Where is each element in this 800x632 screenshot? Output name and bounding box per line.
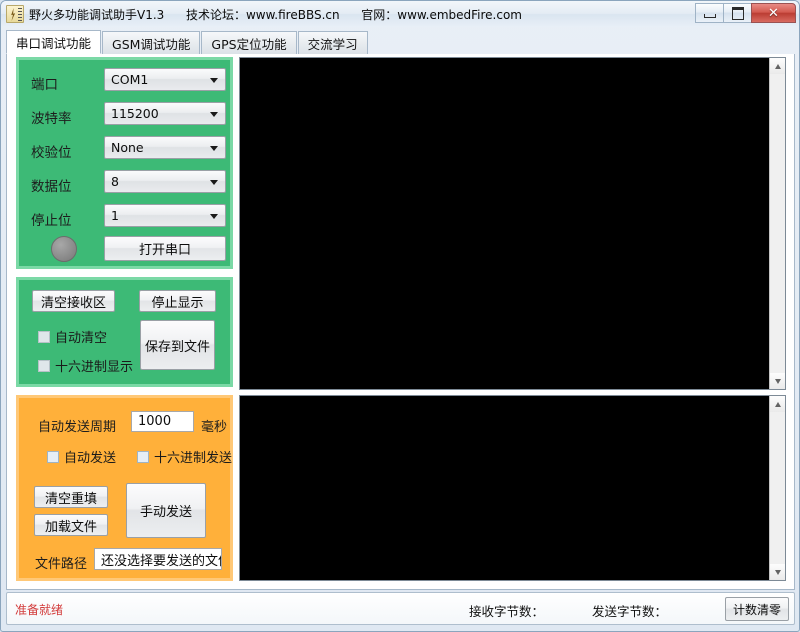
auto-send-period-label: 自动发送周期 — [38, 416, 116, 435]
hex-display-checkbox[interactable]: 十六进制显示 — [38, 356, 133, 375]
label-port: 端口 — [31, 73, 58, 93]
receive-scrollbar[interactable] — [769, 58, 785, 389]
window-title-site: 官网：www.embedFire.com — [361, 8, 522, 22]
rx-byte-count-label: 接收字节数： — [469, 601, 544, 620]
window-title: 野火多功能调试助手V1.3 技术论坛：www.fireBBS.cn 官网：www… — [29, 6, 522, 23]
checkbox-box — [47, 451, 59, 463]
chevron-down-icon — [210, 78, 218, 83]
minimize-button[interactable] — [695, 3, 724, 23]
app-window: 野火多功能调试助手V1.3 技术论坛：www.fireBBS.cn 官网：www… — [0, 0, 800, 632]
receive-controls-group: 清空接收区 停止显示 自动清空 十六进制显示 保存到文件 — [16, 277, 233, 387]
port-settings-group: 端口 波特率 校验位 数据位 停止位 COM1 115200 None 8 — [16, 57, 233, 269]
manual-send-button[interactable]: 手动发送 — [126, 483, 206, 538]
chevron-down-icon — [210, 180, 218, 185]
scroll-up-icon[interactable] — [770, 396, 785, 412]
select-databits-value: 8 — [111, 174, 119, 189]
maximize-button[interactable] — [723, 3, 752, 23]
scroll-down-icon[interactable] — [770, 373, 785, 389]
auto-send-label: 自动发送 — [64, 447, 116, 466]
select-port-value: COM1 — [111, 72, 148, 87]
select-parity-value: None — [111, 140, 144, 155]
receive-display-area[interactable] — [239, 57, 786, 390]
hex-send-checkbox[interactable]: 十六进制发送 — [137, 447, 232, 466]
chevron-down-icon — [210, 146, 218, 151]
select-port[interactable]: COM1 — [104, 68, 226, 91]
status-bar: 准备就绪 接收字节数： 发送字节数： 计数清零 — [6, 592, 795, 625]
file-path-label: 文件路径 — [35, 553, 87, 572]
clear-receive-button[interactable]: 清空接收区 — [32, 290, 115, 312]
tab-gps[interactable]: GPS定位功能 — [201, 31, 296, 54]
tab-bar: 串口调试功能 GSM调试功能 GPS定位功能 交流学习 — [6, 31, 795, 55]
checkbox-box — [38, 331, 50, 343]
hex-send-label: 十六进制发送 — [154, 447, 232, 466]
clear-count-button[interactable]: 计数清零 — [725, 597, 789, 621]
select-stopbits-value: 1 — [111, 208, 119, 223]
send-controls-group: 自动发送周期 1000 毫秒 自动发送 十六进制发送 清空重填 加载文件 手动发… — [16, 395, 233, 581]
select-databits[interactable]: 8 — [104, 170, 226, 193]
label-databits: 数据位 — [31, 175, 72, 195]
open-port-button[interactable]: 打开串口 — [104, 236, 226, 261]
chevron-down-icon — [210, 214, 218, 219]
tab-gsm[interactable]: GSM调试功能 — [102, 31, 200, 54]
auto-send-checkbox[interactable]: 自动发送 — [47, 447, 116, 466]
send-display-area[interactable] — [239, 395, 786, 581]
checkbox-box — [137, 451, 149, 463]
clear-refill-button[interactable]: 清空重填 — [34, 486, 108, 508]
checkbox-box — [38, 360, 50, 372]
select-parity[interactable]: None — [104, 136, 226, 159]
stop-display-button[interactable]: 停止显示 — [139, 290, 216, 312]
scroll-up-icon[interactable] — [770, 58, 785, 74]
scroll-down-icon[interactable] — [770, 564, 785, 580]
tab-serial[interactable]: 串口调试功能 — [6, 30, 101, 54]
port-status-lamp-icon — [51, 236, 77, 262]
window-controls: ✕ — [696, 3, 796, 23]
label-baudrate: 波特率 — [31, 107, 72, 127]
label-parity: 校验位 — [31, 141, 72, 161]
select-stopbits[interactable]: 1 — [104, 204, 226, 227]
title-bar: 野火多功能调试助手V1.3 技术论坛：www.fireBBS.cn 官网：www… — [1, 1, 799, 27]
auto-send-period-input[interactable]: 1000 — [131, 411, 194, 432]
tab-exchange[interactable]: 交流学习 — [298, 31, 368, 54]
select-baudrate-value: 115200 — [111, 106, 159, 121]
auto-clear-checkbox[interactable]: 自动清空 — [38, 327, 107, 346]
tab-content-serial: 端口 波特率 校验位 数据位 停止位 COM1 115200 None 8 — [6, 54, 795, 590]
close-button[interactable]: ✕ — [751, 3, 796, 23]
window-title-app: 野火多功能调试助手V1.3 — [29, 8, 164, 22]
tx-byte-count-label: 发送字节数： — [592, 601, 667, 620]
label-stopbits: 停止位 — [31, 209, 72, 229]
window-title-forum: 技术论坛：www.fireBBS.cn — [186, 8, 340, 22]
app-icon — [6, 5, 24, 23]
file-path-input[interactable]: 还没选择要发送的文件 — [94, 548, 222, 570]
load-file-button[interactable]: 加载文件 — [34, 514, 108, 536]
auto-clear-label: 自动清空 — [55, 327, 107, 346]
hex-display-label: 十六进制显示 — [55, 356, 133, 375]
auto-send-period-unit: 毫秒 — [201, 416, 227, 435]
select-baudrate[interactable]: 115200 — [104, 102, 226, 125]
save-to-file-button[interactable]: 保存到文件 — [140, 320, 215, 370]
status-ready-text: 准备就绪 — [15, 601, 63, 618]
chevron-down-icon — [210, 112, 218, 117]
send-scrollbar[interactable] — [769, 396, 785, 580]
